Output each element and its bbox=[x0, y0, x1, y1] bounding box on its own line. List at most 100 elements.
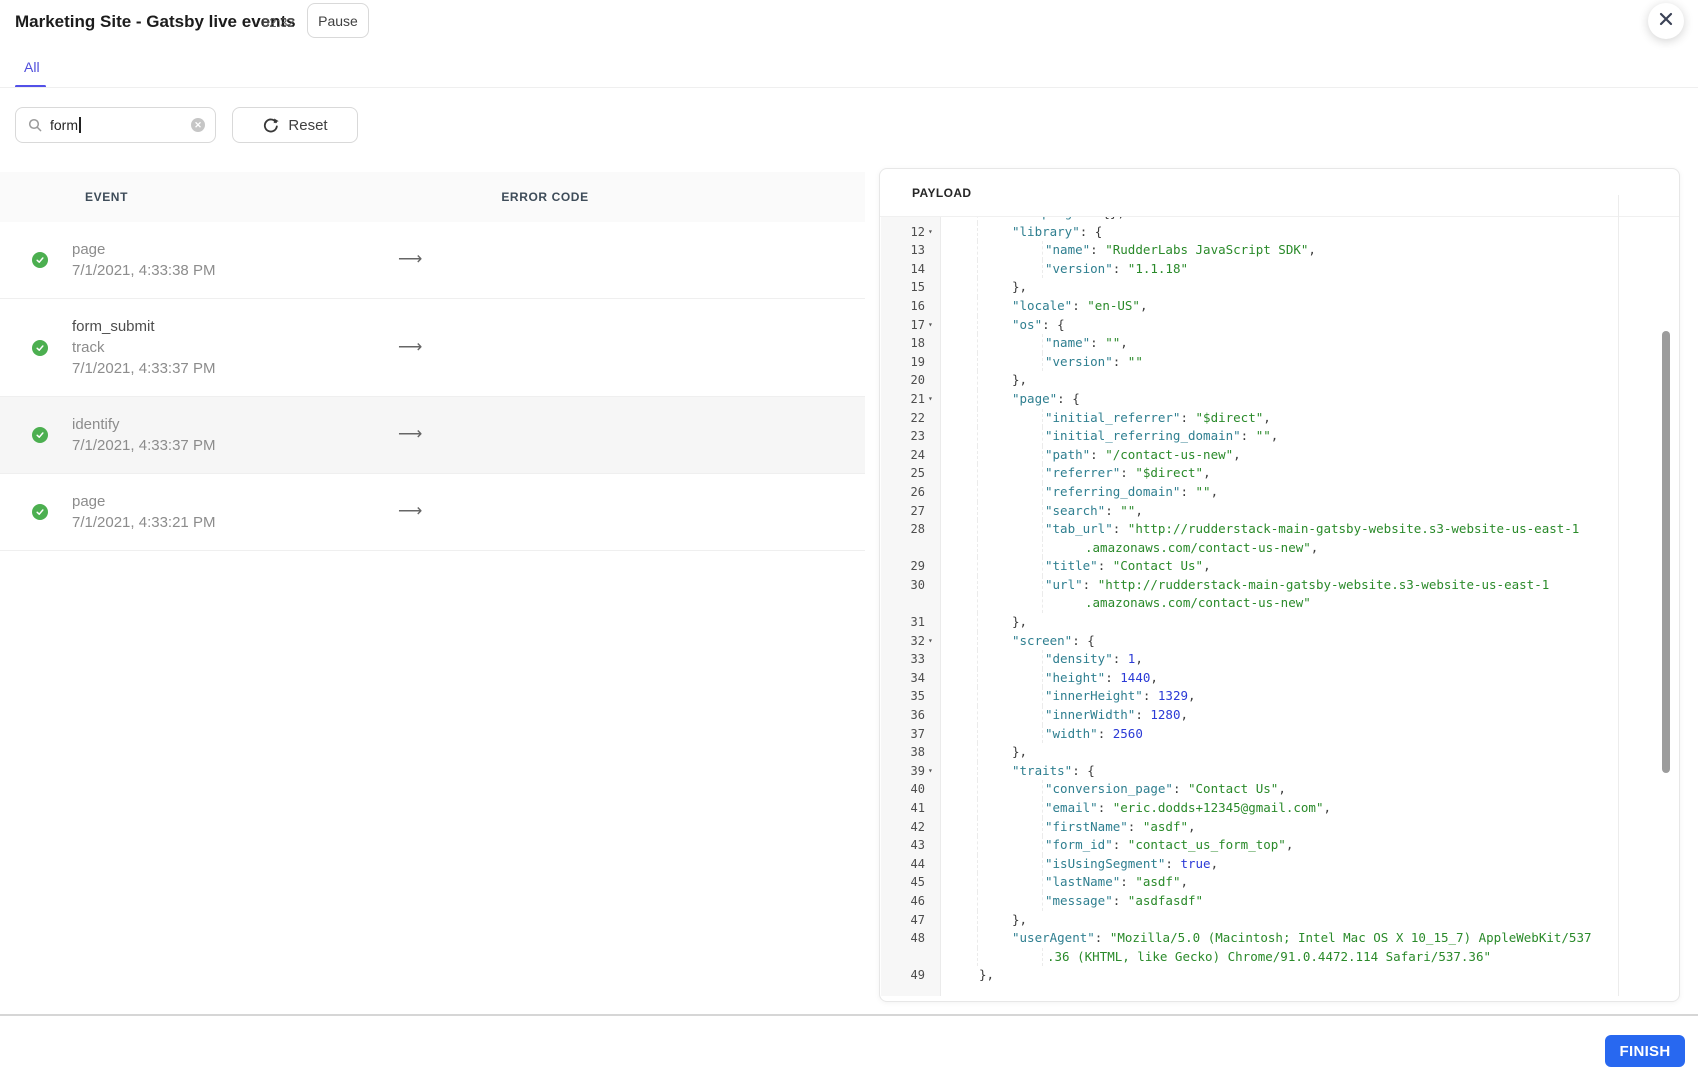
line-number: 45 bbox=[881, 873, 925, 892]
pause-button[interactable]: Pause bbox=[307, 3, 369, 38]
code-line: 40"conversion_page": "Contact Us", bbox=[881, 780, 1618, 799]
code-line: 34"height": 1440, bbox=[881, 669, 1618, 688]
line-number: 14 bbox=[881, 260, 925, 279]
success-check-icon bbox=[32, 504, 48, 520]
code-line: 24"path": "/contact-us-new", bbox=[881, 446, 1618, 465]
line-number: 21 bbox=[881, 390, 925, 409]
event-timestamp: 7/1/2021, 4:33:21 PM bbox=[72, 512, 865, 533]
code-area-divider bbox=[1618, 195, 1619, 996]
line-number: 19 bbox=[881, 353, 925, 372]
code-line: 12▾"library": { bbox=[881, 223, 1618, 242]
line-number: 36 bbox=[881, 706, 925, 725]
line-number: 46 bbox=[881, 892, 925, 911]
event-row[interactable]: page7/1/2021, 4:33:38 PM⟶ bbox=[0, 222, 865, 299]
line-number: 22 bbox=[881, 409, 925, 428]
code-line: 43"form_id": "contact_us_form_top", bbox=[881, 836, 1618, 855]
search-input[interactable]: form ✕ bbox=[15, 107, 216, 143]
search-value: form bbox=[50, 117, 78, 133]
line-number: 34 bbox=[881, 669, 925, 688]
code-line: 41"email": "eric.dodds+12345@gmail.com", bbox=[881, 799, 1618, 818]
payload-label: PAYLOAD bbox=[912, 169, 971, 217]
event-name: form_submit bbox=[72, 316, 865, 337]
line-number: 37 bbox=[881, 725, 925, 744]
reset-label: Reset bbox=[288, 117, 327, 134]
fold-arrow-icon[interactable]: ▾ bbox=[928, 223, 933, 242]
success-check-icon bbox=[32, 340, 48, 356]
line-number: 17 bbox=[881, 316, 925, 335]
clear-search-icon[interactable]: ✕ bbox=[191, 118, 205, 132]
code-line: 49}, bbox=[881, 966, 1618, 985]
line-number: 49 bbox=[881, 966, 925, 985]
session-timer: 02:32 bbox=[262, 15, 295, 30]
tab-all[interactable]: All bbox=[24, 59, 40, 75]
line-number: 25 bbox=[881, 464, 925, 483]
event-row[interactable]: page7/1/2021, 4:33:21 PM⟶ bbox=[0, 474, 865, 551]
event-type: track bbox=[72, 337, 865, 358]
code-line: 31}, bbox=[881, 613, 1618, 632]
line-number: 44 bbox=[881, 855, 925, 874]
code-line: 48"userAgent": "Mozilla/5.0 (Macintosh; … bbox=[881, 929, 1618, 948]
code-line: 37"width": 2560 bbox=[881, 725, 1618, 744]
line-number: 33 bbox=[881, 650, 925, 669]
payload-code-viewer[interactable]: "campaign": {},12▾"library": {13"name": … bbox=[881, 217, 1618, 996]
code-line: 23"initial_referring_domain": "", bbox=[881, 427, 1618, 446]
event-row[interactable]: identify7/1/2021, 4:33:37 PM⟶ bbox=[0, 397, 865, 474]
reset-button[interactable]: Reset bbox=[232, 107, 358, 143]
event-row[interactable]: form_submittrack7/1/2021, 4:33:37 PM⟶ bbox=[0, 299, 865, 397]
code-line: 22"initial_referrer": "$direct", bbox=[881, 409, 1618, 428]
forward-arrow-icon: ⟶ bbox=[398, 424, 422, 444]
column-event: EVENT bbox=[85, 172, 128, 222]
code-line: 42"firstName": "asdf", bbox=[881, 818, 1618, 837]
line-number: 42 bbox=[881, 818, 925, 837]
event-timestamp: 7/1/2021, 4:33:38 PM bbox=[72, 260, 865, 281]
fold-arrow-icon[interactable]: ▾ bbox=[928, 762, 933, 781]
code-line: 21▾"page": { bbox=[881, 390, 1618, 409]
event-name: page bbox=[72, 491, 865, 512]
event-timestamp: 7/1/2021, 4:33:37 PM bbox=[72, 358, 865, 379]
code-line: 19"version": "" bbox=[881, 353, 1618, 372]
text-cursor bbox=[79, 117, 81, 133]
fold-arrow-icon[interactable]: ▾ bbox=[928, 632, 933, 651]
event-timestamp: 7/1/2021, 4:33:37 PM bbox=[72, 435, 865, 456]
fold-arrow-icon[interactable]: ▾ bbox=[928, 390, 933, 409]
code-line: 14"version": "1.1.18" bbox=[881, 260, 1618, 279]
code-line: 44"isUsingSegment": true, bbox=[881, 855, 1618, 874]
payload-scrollbar[interactable] bbox=[1662, 331, 1670, 773]
code-line: 25"referrer": "$direct", bbox=[881, 464, 1618, 483]
fold-arrow-icon[interactable]: ▾ bbox=[928, 316, 933, 335]
code-line: 28"tab_url": "http://rudderstack-main-ga… bbox=[881, 520, 1618, 539]
event-name: identify bbox=[72, 414, 865, 435]
search-icon bbox=[28, 118, 42, 132]
line-number: 28 bbox=[881, 520, 925, 539]
line-number: 38 bbox=[881, 743, 925, 762]
tabs-divider bbox=[0, 87, 1698, 88]
column-error-code: ERROR CODE bbox=[501, 172, 588, 222]
line-number: 12 bbox=[881, 223, 925, 242]
line-number: 18 bbox=[881, 334, 925, 353]
live-events-modal: Marketing Site - Gatsby live events 02:3… bbox=[0, 0, 1698, 1078]
finish-button[interactable]: FINISH bbox=[1605, 1035, 1685, 1067]
line-number: 32 bbox=[881, 632, 925, 651]
line-number: 41 bbox=[881, 799, 925, 818]
code-line: .36 (KHTML, like Gecko) Chrome/91.0.4472… bbox=[881, 948, 1618, 967]
code-line: 26"referring_domain": "", bbox=[881, 483, 1618, 502]
code-line: 35"innerHeight": 1329, bbox=[881, 687, 1618, 706]
forward-arrow-icon: ⟶ bbox=[398, 501, 422, 521]
line-number: 39 bbox=[881, 762, 925, 781]
line-number: 35 bbox=[881, 687, 925, 706]
code-line: .amazonaws.com/contact-us-new", bbox=[881, 539, 1618, 558]
code-line: 16"locale": "en-US", bbox=[881, 297, 1618, 316]
footer-divider bbox=[0, 1014, 1698, 1016]
code-line: .amazonaws.com/contact-us-new" bbox=[881, 594, 1618, 613]
close-button[interactable] bbox=[1648, 3, 1684, 39]
page-title: Marketing Site - Gatsby live events bbox=[15, 12, 296, 32]
code-line: 39▾"traits": { bbox=[881, 762, 1618, 781]
events-list: page7/1/2021, 4:33:38 PM⟶form_submittrac… bbox=[0, 222, 865, 551]
code-line: 36"innerWidth": 1280, bbox=[881, 706, 1618, 725]
success-check-icon bbox=[32, 427, 48, 443]
line-number: 20 bbox=[881, 371, 925, 390]
payload-code-lines: "campaign": {},12▾"library": {13"name": … bbox=[881, 217, 1618, 985]
payload-panel: PAYLOAD "campaign": {},12▾"library": {13… bbox=[879, 168, 1680, 1002]
code-line: 13"name": "RudderLabs JavaScript SDK", bbox=[881, 241, 1618, 260]
line-number: 13 bbox=[881, 241, 925, 260]
